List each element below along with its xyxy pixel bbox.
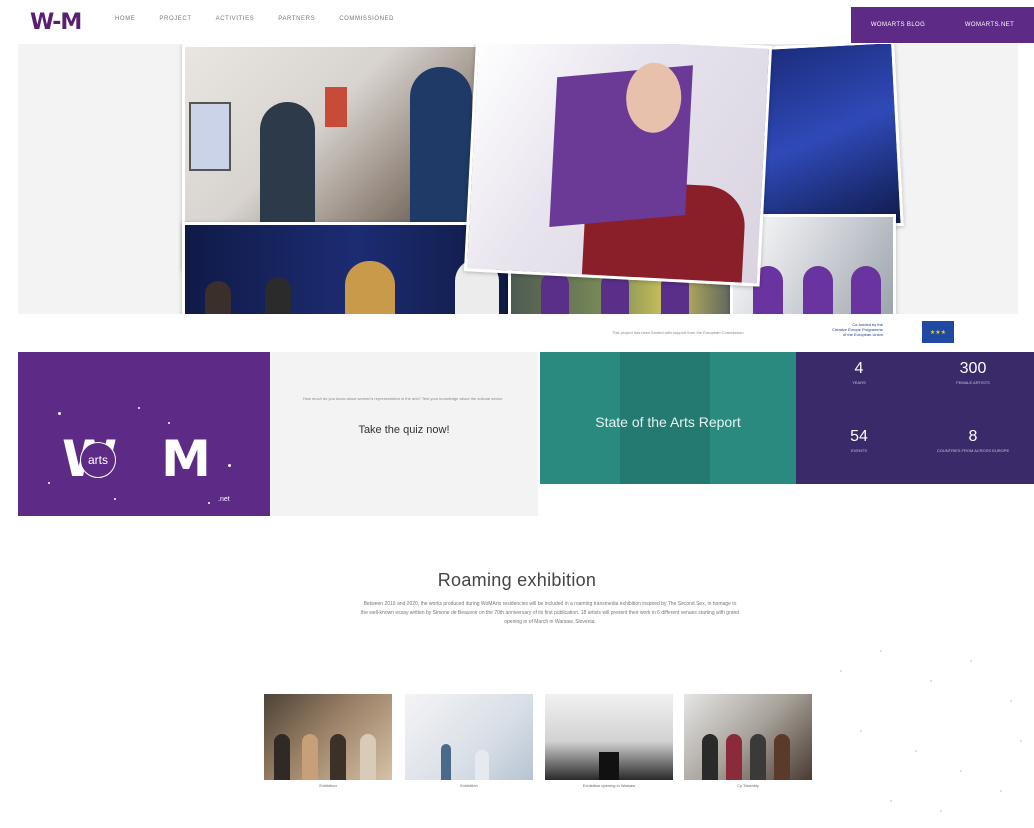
thumb-caption-4: Cy Twombly <box>737 783 759 788</box>
hero-photo-reader-magazine <box>463 44 773 287</box>
exhibition-thumb-1[interactable] <box>264 694 392 780</box>
eu-flag-icon: ★★★ <box>922 321 954 343</box>
womarts-logo-panel[interactable]: WM arts .net <box>18 352 270 516</box>
hero-collage <box>18 44 1018 314</box>
report-title[interactable]: State of the Arts Report <box>540 414 796 430</box>
take-quiz-link[interactable]: Take the quiz now! <box>270 424 538 436</box>
exhibition-title: Roaming exhibition <box>437 570 597 590</box>
report-panel[interactable]: State of the Arts Report <box>540 352 796 484</box>
header-cta-bar: WOMARTS BLOG WOMARTS.NET <box>851 7 1034 43</box>
quiz-intro-text: How much do you know about women's repre… <box>302 396 504 401</box>
nav-item-partners[interactable]: PARTNERS <box>278 16 315 22</box>
thumb-caption-1: Exhibition <box>319 783 337 788</box>
nav-item-home[interactable]: HOME <box>115 16 135 22</box>
stats-panel: 4 YEARS 300 FEMALE ARTISTS 54 EVENTS 8 COUNT… <box>796 352 1034 484</box>
nav-item-commissioned[interactable]: COMMISSIONED <box>339 16 394 22</box>
exhibition-thumb-4[interactable] <box>684 694 812 780</box>
external-site-link[interactable]: WOMARTS.NET <box>965 22 1014 28</box>
exhibition-thumb-2[interactable] <box>405 694 533 780</box>
stat-years: 4 YEARS <box>852 360 866 385</box>
quiz-panel: How much do you know about women's repre… <box>270 352 538 516</box>
stat-countries: 8 COUNTRIES FROM ACROSS EUROPE <box>936 428 1010 453</box>
thumb-caption-3: Exhibition opening in Warsaw <box>582 783 636 788</box>
blog-link[interactable]: WOMARTS BLOG <box>871 22 925 28</box>
nav-item-activities[interactable]: ACTIVITIES <box>216 16 255 22</box>
exhibition-thumb-3[interactable] <box>545 694 673 780</box>
thumb-caption-2: Exhibition <box>460 783 478 788</box>
decorative-dots <box>820 640 1034 828</box>
exhibition-description: Between 2019 and 2020, the works produce… <box>360 601 740 625</box>
main-nav: HOME PROJECT ACTIVITIES PARTNERS COMMISS… <box>115 16 394 22</box>
logo-arts-badge: arts <box>80 442 116 478</box>
eu-disclaimer: This project has been funded with suppor… <box>612 330 745 335</box>
stat-events: 54 EVENTS <box>850 428 868 453</box>
stat-artists: 300 FEMALE ARTISTS <box>956 360 990 385</box>
eu-cofund-label: Co-funded by the Creative Europe Program… <box>832 322 883 337</box>
site-header: W-M HOME PROJECT ACTIVITIES PARTNERS COM… <box>0 0 1034 44</box>
nav-item-project[interactable]: PROJECT <box>159 16 191 22</box>
site-logo[interactable]: W-M <box>30 10 82 35</box>
logo-net-suffix: .net <box>218 496 230 503</box>
